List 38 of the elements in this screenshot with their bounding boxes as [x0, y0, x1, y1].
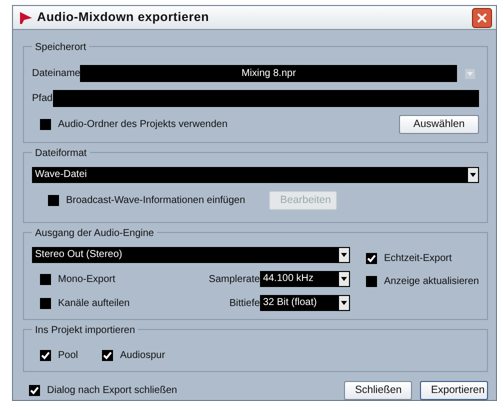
field-label: Samplerate: [208, 272, 260, 286]
checkbox[interactable]: [48, 195, 59, 206]
choose-button[interactable]: Auswählen: [399, 115, 479, 134]
dialog-button[interactable]: Exportieren: [420, 381, 488, 400]
checkbox-option[interactable]: Dialog nach Export schließen: [29, 383, 178, 398]
checkbox-option[interactable]: Pool: [40, 348, 78, 363]
checkbox[interactable]: [29, 385, 40, 396]
checkbox-option[interactable]: Echtzeit-Export: [366, 251, 479, 266]
window-title: Audio-Mixdown exportieren: [37, 9, 210, 26]
checkbox-option[interactable]: Kanäle aufteilen: [40, 296, 130, 310]
checkbox-option[interactable]: Audiospur: [102, 348, 166, 363]
bitdepth-dropdown[interactable]: 32 Bit (float): [260, 295, 350, 311]
checkbox[interactable]: [40, 350, 51, 361]
checkbox-option[interactable]: Audio-Ordner des Projekts verwenden: [40, 117, 228, 132]
checkbox[interactable]: [366, 276, 377, 287]
field-label: Pfad: [32, 92, 53, 106]
checkbox[interactable]: [40, 274, 51, 284]
field-label: Bittiefe: [229, 296, 260, 310]
format-dropdown[interactable]: Wave-Datei: [32, 167, 479, 183]
group-title: Speicherort: [32, 40, 90, 55]
checkbox-option[interactable]: Anzeige aktualisieren: [366, 274, 479, 289]
group-title: Ins Projekt importieren: [32, 323, 138, 338]
path-field[interactable]: [52, 90, 479, 107]
checkbox[interactable]: [40, 298, 51, 308]
checkbox[interactable]: [40, 119, 51, 130]
logo-icon: [19, 10, 33, 24]
checkbox-option[interactable]: Broadcast-Wave-Informationen einfügen: [48, 193, 246, 208]
checkbox-option[interactable]: Mono-Export: [40, 272, 116, 286]
checkbox[interactable]: [102, 350, 114, 361]
close-icon: [477, 12, 487, 22]
close-button[interactable]: [472, 8, 492, 28]
field-label: Dateiname: [32, 67, 80, 81]
checkbox[interactable]: [366, 253, 377, 264]
filename-field[interactable]: Mixing 8.npr: [80, 65, 457, 82]
dialog-button[interactable]: Schließen: [344, 381, 412, 400]
samplerate-dropdown[interactable]: 44.100 kHz: [260, 271, 350, 287]
output-dropdown[interactable]: Stereo Out (Stereo): [32, 247, 350, 263]
group-title: Ausgang der Audio-Engine: [32, 226, 157, 241]
